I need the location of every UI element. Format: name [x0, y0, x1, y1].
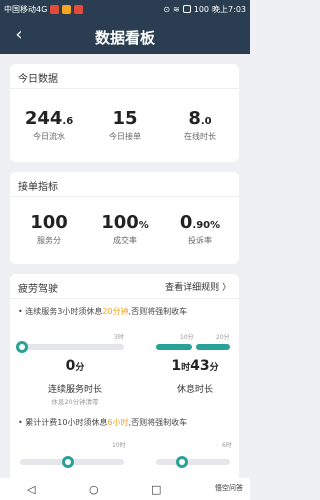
- tip-text: ,否则将强制收车: [128, 418, 188, 427]
- service-duration-label: 连续服务时长: [47, 385, 102, 395]
- metric-value: 100: [30, 212, 68, 233]
- nav-recents-icon[interactable]: □: [146, 482, 166, 496]
- notification-app-icon: [50, 4, 60, 14]
- tip-text: ,否则将强制收车: [128, 307, 188, 316]
- service-progress-knob: [16, 341, 28, 353]
- metric-decimal: .6: [62, 116, 74, 127]
- section-header: 接单指标: [18, 178, 58, 193]
- metric-daily-revenue: 244.6 今日流水: [12, 108, 86, 142]
- section-header: 今日数据: [18, 70, 58, 85]
- battery-level: 100: [193, 4, 210, 14]
- metric-value: 100: [101, 212, 139, 233]
- tip-text: • 累计计费10小时须休息: [18, 418, 108, 427]
- tick-label: 3时: [114, 334, 124, 341]
- battery-icon: [182, 5, 191, 13]
- nav-back-icon[interactable]: ◁: [21, 482, 41, 496]
- section-title: 今日数据: [18, 74, 58, 85]
- metric-service-score: 100 服务分: [12, 212, 86, 246]
- service-progress-track: [20, 344, 124, 350]
- order-indicators-card: 接单指标 100 服务分 100% 成交率 0.90% 投诉率: [10, 172, 239, 264]
- metric-value: 244: [24, 108, 63, 129]
- tick-label: 10分: [180, 334, 194, 341]
- today-data-card: 今日数据 244.6 今日流水 15 今日接单 8.0 在线时长: [10, 64, 239, 162]
- cumulative-billing-tip: • 累计计费10小时须休息6小时,否则将强制收车: [18, 417, 187, 428]
- metric-value: 8: [188, 108, 201, 129]
- watermark-label: 悟空问答: [212, 482, 246, 494]
- fatigue-driving-card: 疲劳驾驶 查看详细规则 〉 • 连续服务3小时须休息20分钟,否则将强制收车 3…: [10, 274, 239, 480]
- section-title: 疲劳驾驶: [18, 284, 58, 295]
- wifi-icon: ≋: [173, 4, 180, 14]
- divider: [10, 88, 239, 89]
- metric-label: 投诉率: [188, 236, 212, 245]
- view-rules-link[interactable]: 查看详细规则 〉: [165, 280, 231, 293]
- status-bar: 中国移动4G ⊙ ≋ 100 晚上7:03: [0, 0, 250, 18]
- metric-decimal: .90%: [192, 220, 221, 231]
- clock: 晚上7:03: [212, 4, 246, 14]
- rest-duration-label: 休息时长: [176, 385, 213, 395]
- service-duration-value: 0分: [65, 358, 85, 374]
- service-reset-note: 休息20分钟清零: [51, 398, 99, 406]
- metric-label: 今日流水: [33, 132, 65, 141]
- metric-complaint-rate: 0.90% 投诉率: [163, 212, 237, 246]
- metric-label: 成交率: [113, 236, 137, 245]
- notification-app-icon: [74, 4, 84, 14]
- metric-label: 今日接单: [109, 132, 141, 141]
- metric-online-hours: 8.0 在线时长: [163, 108, 237, 142]
- continuous-service-tip: • 连续服务3小时须休息20分钟,否则将强制收车: [18, 306, 187, 317]
- tip-highlight: 20分钟: [102, 307, 129, 316]
- tick-label: 10时: [112, 442, 126, 449]
- divider: [10, 196, 239, 197]
- location-icon: ⊙: [163, 4, 171, 14]
- rest-duration-value: 1时43分: [171, 358, 219, 374]
- page-title: 数据看板: [94, 29, 155, 47]
- notification-app-icon: [62, 4, 72, 14]
- metric-label: 服务分: [37, 236, 61, 245]
- tick-label: 6时: [222, 442, 232, 449]
- metric-value: 0: [179, 212, 193, 233]
- app-header: ‹ 数据看板: [0, 18, 250, 54]
- rest2-progress-track: [156, 459, 230, 465]
- section-title: 接单指标: [18, 182, 58, 193]
- section-header: 疲劳驾驶: [18, 280, 58, 295]
- divider: [10, 298, 239, 299]
- metric-value: 15: [112, 108, 138, 129]
- metric-label: 在线时长: [184, 132, 216, 141]
- tick-label: 20分: [216, 334, 230, 341]
- cumulative-progress-knob: [62, 456, 74, 468]
- nav-home-icon[interactable]: ○: [84, 482, 104, 496]
- tip-highlight: 6小时: [107, 418, 129, 427]
- rest-progress-segment: [196, 344, 230, 350]
- metric-deal-rate: 100% 成交率: [88, 212, 162, 246]
- rest-progress-segment: [156, 344, 192, 350]
- metric-daily-orders: 15 今日接单: [88, 108, 162, 142]
- carrier-label: 中国移动4G: [4, 4, 48, 14]
- metric-decimal: %: [138, 220, 149, 231]
- metric-decimal: .0: [200, 116, 212, 127]
- rest2-progress-knob: [176, 456, 188, 468]
- tip-text: • 连续服务3小时须休息: [18, 307, 103, 316]
